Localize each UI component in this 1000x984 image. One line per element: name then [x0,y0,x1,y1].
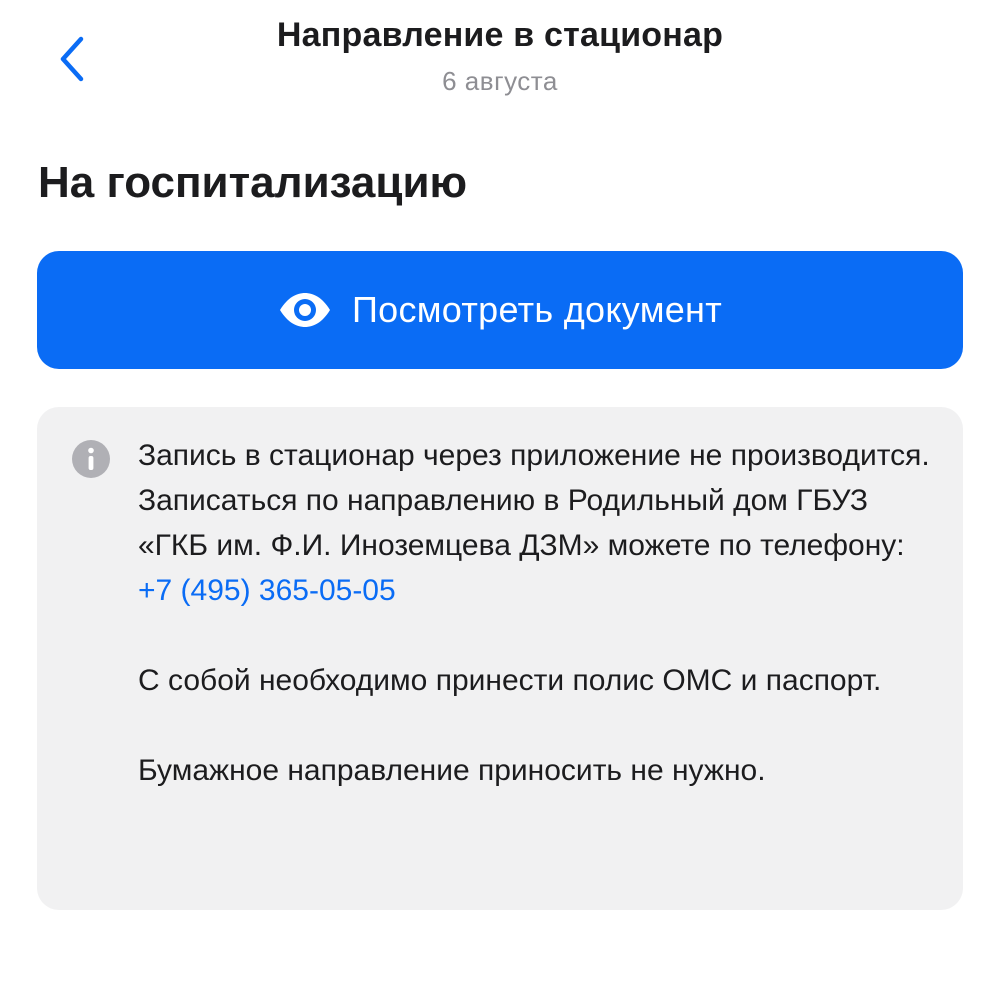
info-paragraph-documents: С собой необходимо принести полис ОМС и … [138,664,882,697]
info-icon [71,439,111,479]
eye-icon [278,292,332,328]
page: Направление в стационар 6 августа На гос… [0,0,1000,984]
navigation-bar: Направление в стационар 6 августа [0,0,1000,110]
info-paragraph-booking: Запись в стационар через приложение не п… [138,433,938,613]
nav-subtitle-date: 6 августа [442,66,558,96]
nav-title: Направление в стационар [276,16,724,54]
info-text: Запись в стационар через приложение не п… [138,433,938,793]
view-document-button[interactable]: Посмотреть документ [37,251,963,369]
phone-link[interactable]: +7 (495) 365-05-05 [138,574,396,607]
view-document-label: Посмотреть документ [351,289,723,330]
info-card: Запись в стационар через приложение не п… [37,407,963,910]
info-booking-text: Запись в стационар через приложение не п… [138,439,930,562]
page-title: На госпитализацию [38,158,468,207]
info-paragraph-paper: Бумажное направление приносить не нужно. [138,754,766,787]
